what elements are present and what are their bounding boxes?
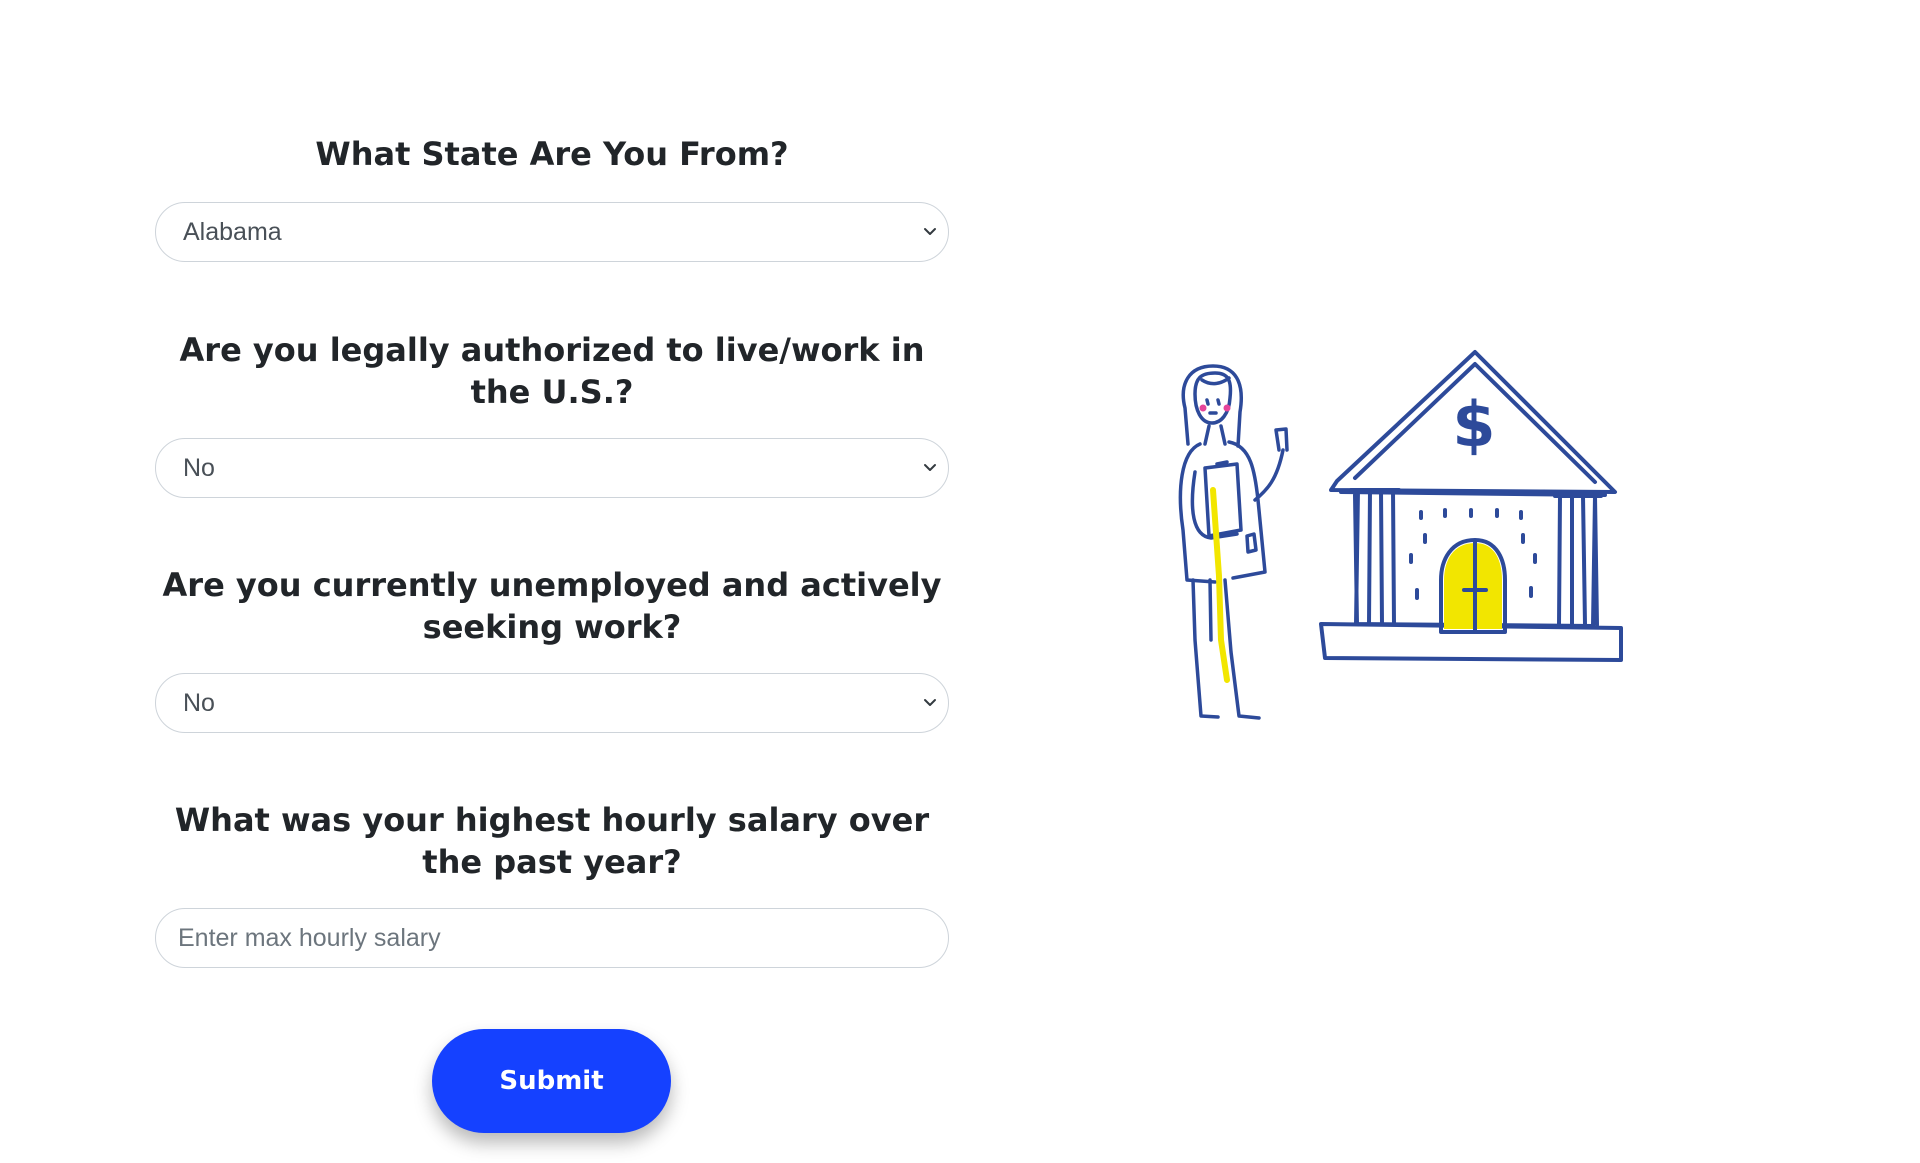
unemployed-select-value: No [183, 689, 215, 717]
bank-with-person-illustration: $ [1178, 350, 1623, 720]
state-select-value: Alabama [183, 218, 282, 246]
dollar-sign-icon: $ [1452, 388, 1495, 461]
submit-button[interactable]: Submit [432, 1029, 671, 1133]
authorized-select[interactable]: No [155, 438, 949, 498]
question-unemployed-label: Are you currently unemployed and activel… [162, 566, 942, 646]
question-salary-label: What was your highest hourly salary over… [174, 801, 930, 881]
question-state-label: What State Are You From? [315, 135, 789, 173]
chevron-down-icon [924, 228, 936, 235]
chevron-down-icon [924, 464, 936, 471]
unemployed-select[interactable]: No [155, 673, 949, 733]
chevron-down-icon [924, 699, 936, 706]
state-select[interactable]: Alabama [155, 202, 949, 262]
authorized-select-value: No [183, 454, 215, 482]
question-authorized-label: Are you legally authorized to live/work … [179, 331, 925, 411]
hourly-salary-input[interactable] [155, 908, 949, 968]
